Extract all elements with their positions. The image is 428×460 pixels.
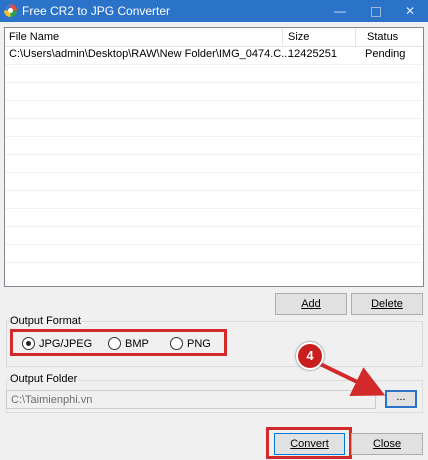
close-button-label: Close xyxy=(372,438,402,450)
annotation-arrow xyxy=(315,360,386,396)
close-button[interactable]: Close xyxy=(351,433,423,455)
convert-button-label: Convert xyxy=(290,438,329,450)
step-number-badge: 4 xyxy=(296,342,324,370)
convert-button[interactable]: Convert xyxy=(274,433,345,455)
